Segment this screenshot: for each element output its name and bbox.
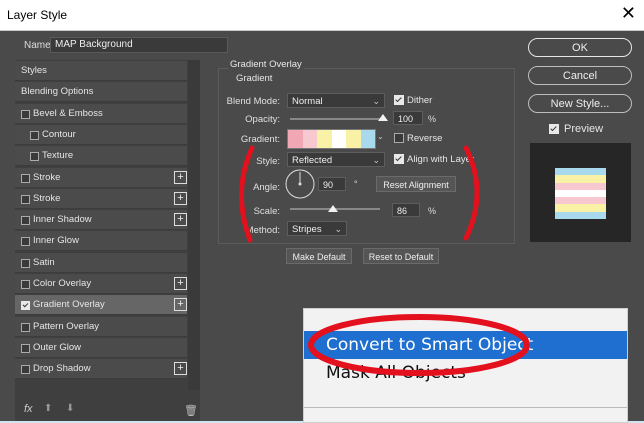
add-icon[interactable]: + (174, 191, 187, 205)
reset-to-default-button[interactable]: Reset to Default (363, 248, 439, 264)
style-item-checkbox[interactable] (21, 301, 30, 311)
opacity-slider-track[interactable] (290, 118, 384, 120)
style-item-checkbox[interactable] (21, 365, 30, 375)
style-item-label: Drop Shadow (33, 363, 91, 375)
opacity-input[interactable]: 100 (393, 111, 423, 125)
opacity-label: Opacity: (245, 114, 280, 125)
style-item-checkbox[interactable] (21, 343, 30, 353)
style-item-texture[interactable]: Texture (15, 146, 187, 167)
style-item-checkbox[interactable] (21, 280, 30, 289)
blend-mode-select[interactable]: Normal ⌄ (287, 93, 385, 108)
add-icon[interactable]: + (174, 277, 187, 290)
style-item-checkbox[interactable] (21, 216, 30, 226)
style-item-color-overlay[interactable]: Color Overlay + (15, 274, 187, 294)
add-icon[interactable]: + (174, 362, 187, 376)
style-item-stroke[interactable]: Stroke + (15, 188, 187, 209)
move-up-icon[interactable]: ⬆ (44, 403, 52, 414)
name-input[interactable]: MAP Background (50, 37, 228, 53)
preview-stripe (555, 197, 606, 205)
annotation-brackets (239, 145, 480, 243)
style-item-label: Blending Options (21, 86, 94, 98)
dither-checkbox[interactable] (394, 95, 404, 105)
style-item-label: Inner Glow (33, 235, 79, 247)
style-item-checkbox[interactable] (21, 173, 30, 183)
close-icon[interactable]: ✕ (621, 3, 636, 24)
preview-thumbnail (530, 143, 631, 242)
style-item-checkbox[interactable] (21, 194, 30, 204)
annotation-oval (308, 314, 530, 376)
opacity-slider-thumb[interactable] (378, 114, 388, 121)
move-down-icon[interactable]: ⬇ (66, 403, 74, 414)
new-style-button[interactable]: New Style... (528, 94, 632, 113)
style-item-checkbox[interactable] (21, 258, 30, 268)
preview-stripe (555, 211, 606, 219)
add-icon[interactable]: + (174, 213, 187, 227)
styles-scrollbar[interactable] (188, 60, 200, 390)
preview-stripe (555, 204, 606, 212)
style-item-label: Satin (33, 256, 55, 268)
style-item-checkbox[interactable] (30, 130, 39, 140)
style-item-checkbox[interactable] (21, 322, 30, 332)
style-item-inner-glow[interactable]: Inner Glow (15, 231, 187, 252)
style-item-pattern-overlay[interactable]: Pattern Overlay (15, 316, 187, 337)
style-item-label: Styles (21, 65, 47, 76)
style-item-label: Color Overlay (33, 278, 92, 289)
style-item-inner-shadow[interactable]: Inner Shadow + (15, 210, 187, 231)
add-icon[interactable]: + (174, 170, 187, 184)
style-item-blending-options[interactable]: Blending Options (15, 82, 187, 103)
style-item-label: Outer Glow (33, 341, 82, 353)
style-item-stroke[interactable]: Stroke + (15, 167, 187, 188)
make-default-button[interactable]: Make Default (286, 248, 352, 264)
preview-stripe (555, 182, 606, 190)
context-menu: Convert to Smart Object Mask All Objects (303, 308, 628, 423)
opacity-unit: % (428, 114, 437, 124)
group-title: Gradient Overlay (228, 59, 304, 70)
trash-icon[interactable]: 🗑 (184, 404, 198, 417)
style-item-styles[interactable]: Styles (15, 61, 187, 81)
style-item-checkbox[interactable] (21, 237, 30, 247)
style-item-label: Bevel & Emboss (33, 107, 103, 119)
preview-label: Preview (564, 123, 604, 135)
add-icon[interactable]: + (174, 298, 187, 312)
styles-panel: Styles Blending Options Bevel & Emboss Cont… (15, 60, 200, 421)
style-item-label: Texture (42, 150, 74, 162)
preview-stripe (555, 168, 606, 176)
style-item-checkbox[interactable] (30, 152, 39, 162)
style-item-gradient-overlay[interactable]: Gradient Overlay + (15, 295, 187, 316)
style-item-label: Stroke (33, 192, 61, 204)
style-item-drop-shadow[interactable]: Drop Shadow + (15, 359, 187, 380)
ok-button[interactable]: OK (528, 38, 632, 57)
menu-divider (304, 407, 627, 408)
title-bar: Layer Style ✕ (0, 0, 644, 31)
style-item-label: Pattern Overlay (33, 320, 99, 332)
window-title: Layer Style (7, 8, 68, 22)
style-item-contour[interactable]: Contour (15, 124, 187, 145)
style-item-satin[interactable]: Satin (15, 252, 187, 273)
style-item-label: Inner Shadow (33, 214, 92, 226)
blend-mode-label: Blend Mode: (226, 96, 280, 107)
style-item-label: Gradient Overlay (33, 299, 105, 311)
preview-stripe (555, 175, 606, 183)
preview-swatch (555, 168, 606, 219)
layer-style-dialog: Layer Style ✕ Name: MAP Background Style… (0, 0, 644, 423)
style-item-bevel-emboss[interactable]: Bevel & Emboss (15, 103, 187, 124)
blend-mode-value: Normal (292, 96, 323, 107)
style-item-checkbox[interactable] (21, 109, 30, 119)
chevron-down-icon: ⌄ (372, 96, 380, 106)
cancel-button[interactable]: Cancel (528, 66, 632, 85)
style-item-label: Contour (42, 128, 76, 140)
style-item-outer-glow[interactable]: Outer Glow (15, 337, 187, 358)
fx-icon[interactable]: fx (24, 403, 33, 415)
dither-label: Dither (407, 95, 433, 106)
preview-stripe (555, 189, 606, 198)
group-subtitle: Gradient (236, 73, 273, 84)
preview-checkbox[interactable] (549, 124, 559, 134)
style-item-label: Stroke (33, 171, 61, 183)
